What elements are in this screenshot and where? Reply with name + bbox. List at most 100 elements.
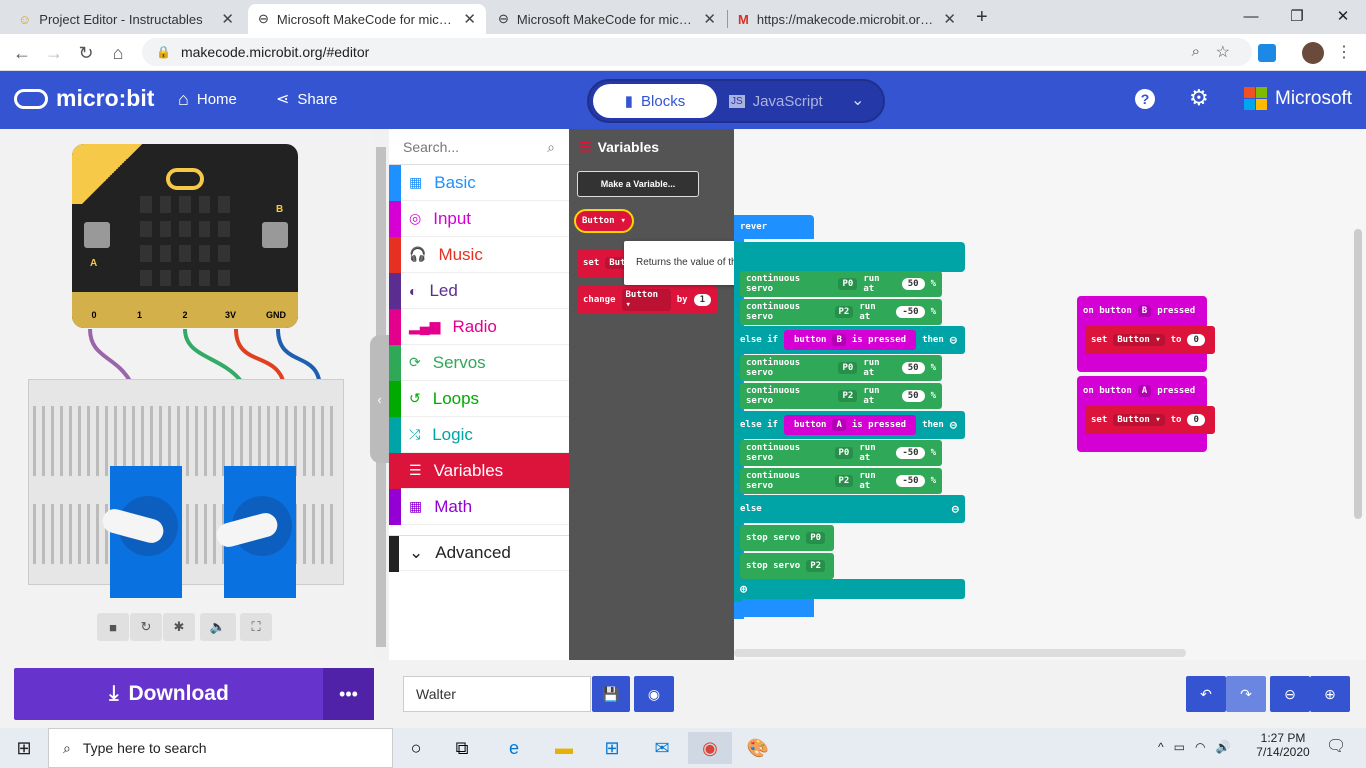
share-button[interactable]: ⋖ Share [276,89,337,109]
pin-dropdown[interactable]: P0 [834,447,854,459]
menu-icon[interactable]: ⋮ [1336,42,1352,62]
value-input[interactable]: 0 [1187,414,1205,426]
redo-icon[interactable]: ↷ [1226,676,1266,712]
zoom-in-icon[interactable]: ⊕ [1310,676,1350,712]
blocks-workspace[interactable]: rever continuous servo P0 run at 50% continu… [734,129,1366,660]
back-icon[interactable]: ← [10,41,34,65]
file-explorer-icon[interactable]: ▬ [542,732,586,764]
undo-icon[interactable]: ↶ [1186,676,1226,712]
microsoft-logo[interactable]: Microsoft [1244,87,1352,110]
continuous-servo-block[interactable]: continuous servo P2 run at 50% [740,383,942,409]
speed-input[interactable]: -50 [896,447,925,459]
continuous-servo-block[interactable]: continuous servo P2 run at -50% [740,468,942,494]
category-radio[interactable]: ▂▄▆ Radio [389,309,569,345]
category-basic[interactable]: ▦ Basic [389,165,569,201]
else-block[interactable]: else ⊖ [734,495,965,523]
pin-dropdown[interactable]: P0 [806,532,826,544]
category-loops[interactable]: ↺ Loops [389,381,569,417]
pin-dropdown[interactable]: P0 [838,362,858,374]
mail-icon[interactable]: ✉ [640,732,684,764]
by-value[interactable]: 1 [693,294,711,306]
close-tab-icon[interactable]: ✕ [703,10,716,28]
continuous-servo-block[interactable]: continuous servo P0 run at 50% [740,271,942,297]
pin-dropdown[interactable]: P2 [834,475,854,487]
stop-servo-block[interactable]: stop servo P0 [740,525,834,551]
category-music[interactable]: 🎧 Music [389,237,569,273]
debug-icon[interactable]: ✱ [163,613,195,641]
button-dropdown[interactable]: B [1137,305,1152,317]
windows-start-icon[interactable]: ⊞ [2,732,46,764]
else-if-a-block[interactable]: else if button Ais pressed then ⊖ [734,411,965,439]
speed-input[interactable]: 50 [901,390,925,402]
close-tab-icon[interactable]: ✕ [221,10,234,28]
on-button-a-event[interactable]: on button Apressed set Button ▾ to 0 [1077,376,1215,452]
change-variable-block[interactable]: change Button ▾ by 1 [577,286,717,314]
home-icon[interactable]: ⌂ [106,41,130,65]
volume-icon[interactable]: 🔊 [1215,740,1230,754]
edge-icon[interactable]: e [492,732,536,764]
advanced-category[interactable]: ⌄ Advanced [389,535,569,572]
avatar[interactable] [1302,42,1324,64]
make-variable-button[interactable]: Make a Variable... [577,171,699,197]
browser-tab[interactable]: ⊖ Microsoft MakeCode for micro:bit ✕ [488,4,726,34]
button-dropdown[interactable]: B [832,334,846,346]
category-variables[interactable]: ☰ Variables [389,453,569,489]
on-button-b-event[interactable]: on button Bpressed set Button ▾ to 0 [1077,296,1215,372]
stop-icon[interactable]: ■ [97,613,129,641]
blocks-tab[interactable]: ▮ Blocks [593,84,717,118]
button-dropdown[interactable]: A [832,419,846,431]
cortana-icon[interactable]: ○ [394,732,438,764]
var-dropdown[interactable]: Button ▾ [1113,414,1165,426]
minus-circle-icon[interactable]: ⊖ [950,418,957,432]
servo-motor[interactable] [213,466,296,598]
servo-motor[interactable] [99,466,182,598]
minus-circle-icon[interactable]: ⊖ [952,502,959,516]
continuous-servo-block[interactable]: continuous servo P2 run at -50% [740,299,942,325]
continuous-servo-block[interactable]: continuous servo P0 run at 50% [740,355,942,381]
speed-input[interactable]: 50 [901,362,925,374]
restart-icon[interactable]: ↻ [130,613,162,641]
chrome-icon[interactable]: ◉ [688,732,732,764]
battery-icon[interactable]: ▭ [1174,740,1185,754]
button-is-pressed-block[interactable]: button Ais pressed [783,415,917,435]
minus-circle-icon[interactable]: ⊖ [950,333,957,347]
search-input[interactable]: Search... ⌕ [389,129,569,165]
category-logic[interactable]: ⤮ Logic [389,417,569,453]
wifi-icon[interactable]: ◠ [1195,740,1205,754]
pin-dropdown[interactable]: P2 [806,560,826,572]
star-icon[interactable]: ☆ [1216,42,1230,62]
browser-tab-active[interactable]: ⊖ Microsoft MakeCode for micro:bit ✕ [248,4,486,34]
download-button[interactable]: ⤓ Download [14,668,324,720]
clock[interactable]: 1:27 PM 7/14/2020 [1248,731,1318,759]
plus-circle-icon[interactable]: ⊕ [740,582,747,596]
category-math[interactable]: ▦ Math [389,489,569,525]
stop-servo-block[interactable]: stop servo P2 [740,553,834,579]
help-icon[interactable]: ? [1135,89,1155,109]
set-variable-block[interactable]: set Button ▾ to 0 [1085,326,1215,354]
home-button[interactable]: ⌂ Home [178,89,237,110]
pin-dropdown[interactable]: P2 [834,306,854,318]
zoom-out-icon[interactable]: ⊖ [1270,676,1310,712]
var-dropdown[interactable]: Button ▾ [1113,334,1165,346]
download-more-button[interactable]: ••• [323,668,374,720]
value-input[interactable]: 0 [1187,334,1205,346]
category-led[interactable]: ◐ Led [389,273,569,309]
browser-tab[interactable]: ☺ Project Editor - Instructables ✕ [8,4,244,34]
close-window-icon[interactable]: ✕ [1320,0,1366,32]
fullscreen-icon[interactable]: ⛶ [240,613,272,641]
collapse-simulator-button[interactable]: ‹ [370,335,389,463]
gear-icon[interactable]: ⚙ [1189,85,1209,111]
paint-icon[interactable]: 🎨 [736,732,780,764]
save-icon[interactable]: 💾 [592,676,630,712]
url-field[interactable]: 🔒 makecode.microbit.org/#editor ⌕ ☆ [142,38,1252,66]
speed-input[interactable]: -50 [896,475,925,487]
button-dropdown[interactable]: A [1137,385,1152,397]
project-name-input[interactable]: Walter [403,676,591,712]
chevron-down-icon[interactable]: ⌄ [851,90,864,110]
extension-icon[interactable] [1258,44,1276,62]
store-icon[interactable]: ⊞ [590,732,634,764]
set-variable-block[interactable]: set Button ▾ to 0 [1085,406,1215,434]
pin-dropdown[interactable]: P0 [838,278,858,290]
category-input[interactable]: ◎ Input [389,201,569,237]
workspace-vertical-scrollbar[interactable] [1354,229,1362,519]
